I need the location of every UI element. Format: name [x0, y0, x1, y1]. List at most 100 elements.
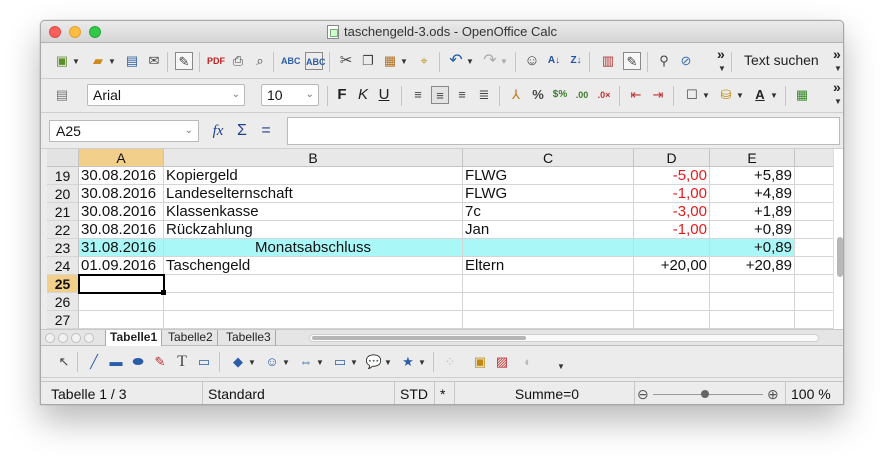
status-page-style[interactable]: Standard	[203, 382, 395, 404]
cell-d19[interactable]: -5,00	[634, 167, 710, 185]
chart-icon[interactable]: ▥	[599, 52, 617, 70]
font-size-combo[interactable]: 10 ⌄	[261, 84, 319, 106]
sheet-tab-tabelle1[interactable]: Tabelle1	[105, 330, 163, 346]
chevron-down-icon[interactable]: ▼	[384, 358, 392, 367]
cell-d24[interactable]: +20,00	[634, 257, 710, 275]
cell-e23[interactable]: +0,89	[710, 239, 795, 257]
zoom-slider-knob[interactable]	[701, 390, 709, 398]
find-replace-icon[interactable]: ⚲	[655, 52, 673, 70]
chevron-down-icon[interactable]: ▼	[316, 358, 324, 367]
cell-extra[interactable]	[795, 203, 833, 221]
next-sheet-nav-icon[interactable]	[71, 333, 81, 343]
last-sheet-nav-icon[interactable]	[84, 333, 94, 343]
cell-e22[interactable]: +0,89	[710, 221, 795, 239]
chevron-down-icon[interactable]: ▼	[702, 91, 710, 100]
cell-a19[interactable]: 30.08.2016	[79, 167, 164, 185]
clone-formatting-icon[interactable]: ⌖	[415, 52, 433, 70]
cell-extra[interactable]	[795, 221, 833, 239]
spreadsheet-grid[interactable]: A B C D E 19 30.08.2016 Kopiergeld FLWG -5,00 +5,8…	[47, 149, 833, 329]
cell-c19[interactable]: FLWG	[463, 167, 634, 185]
cell-b21[interactable]: Klassenkasse	[164, 203, 463, 221]
cell-a27[interactable]	[79, 311, 164, 329]
formula-input[interactable]	[287, 117, 840, 145]
cell-e21[interactable]: +1,89	[710, 203, 795, 221]
row-header[interactable]: 25	[47, 275, 79, 293]
chevron-down-icon[interactable]: ▼	[770, 91, 778, 100]
spellcheck-icon[interactable]: ABC	[281, 52, 301, 70]
chevron-down-icon[interactable]: ▼	[350, 358, 358, 367]
toolbar-overflow-icon[interactable]: »	[717, 46, 725, 62]
merge-cells-icon[interactable]: ⅄	[507, 86, 525, 104]
styles-icon[interactable]: ▤	[53, 86, 71, 104]
cell-d22[interactable]: -1,00	[634, 221, 710, 239]
row-header[interactable]: 26	[47, 293, 79, 311]
cell-c23[interactable]	[463, 239, 634, 257]
cell-b24[interactable]: Taschengeld	[164, 257, 463, 275]
select-pointer-icon[interactable]: ↖	[55, 353, 73, 371]
underline-button[interactable]: U	[375, 86, 393, 104]
cell-extra[interactable]	[795, 293, 833, 311]
row-header[interactable]: 21	[47, 203, 79, 221]
open-folder-icon[interactable]: ▰	[89, 52, 107, 70]
fontwork-icon[interactable]: ▣	[471, 353, 489, 371]
cell-d23[interactable]	[634, 239, 710, 257]
status-mode[interactable]: STD	[395, 382, 435, 404]
cell-c20[interactable]: FLWG	[463, 185, 634, 203]
basic-shapes-icon[interactable]: ◆	[229, 353, 247, 371]
chevron-down-icon[interactable]: ▼	[718, 64, 726, 73]
cell-a22[interactable]: 30.08.2016	[79, 221, 164, 239]
cut-icon[interactable]: ✂	[337, 52, 355, 70]
status-sum[interactable]: Summe=0	[455, 382, 635, 404]
zoom-window-button[interactable]	[89, 26, 101, 38]
cell-b22[interactable]: Rückzahlung	[164, 221, 463, 239]
remove-decimal-icon[interactable]: .0×	[595, 86, 613, 104]
zoom-out-icon[interactable]: ⊖	[637, 382, 649, 404]
hyperlink-icon[interactable]: ☺	[523, 52, 541, 70]
row-header[interactable]: 22	[47, 221, 79, 239]
chevron-down-icon[interactable]: ▼	[500, 57, 508, 66]
column-header-d[interactable]: D	[634, 149, 710, 167]
chevron-down-icon[interactable]: ▼	[72, 57, 80, 66]
print-icon[interactable]: ⎙	[229, 52, 247, 70]
column-header-e[interactable]: E	[710, 149, 795, 167]
chevron-down-icon[interactable]: ⌄	[306, 85, 314, 105]
cell-e25[interactable]	[710, 275, 795, 293]
status-zoom[interactable]: 100 %	[785, 382, 843, 404]
chevron-down-icon[interactable]: ⌄	[232, 85, 240, 105]
navigator-icon[interactable]: ⊘	[677, 52, 695, 70]
horizontal-scroll-thumb[interactable]	[312, 336, 526, 340]
cell-e27[interactable]	[710, 311, 795, 329]
borders-icon[interactable]: ☐	[683, 86, 701, 104]
prev-sheet-nav-icon[interactable]	[58, 333, 68, 343]
cell-a26[interactable]	[79, 293, 164, 311]
save-icon[interactable]: ▤	[123, 52, 141, 70]
formula-icon[interactable]: =	[257, 122, 275, 140]
export-pdf-icon[interactable]: PDF	[207, 52, 225, 70]
cell-d20[interactable]: -1,00	[634, 185, 710, 203]
cell-a21[interactable]: 30.08.2016	[79, 203, 164, 221]
decrease-indent-icon[interactable]: ⇤	[627, 86, 645, 104]
vertical-scrollbar[interactable]	[833, 149, 843, 329]
callouts-icon[interactable]: 💬	[365, 353, 383, 371]
zoom-in-icon[interactable]: ⊕	[767, 382, 779, 404]
cell-a20[interactable]: 30.08.2016	[79, 185, 164, 203]
mail-icon[interactable]: ✉	[145, 52, 163, 70]
close-window-button[interactable]	[49, 26, 61, 38]
auto-spellcheck-icon[interactable]: ABC	[305, 52, 326, 70]
cell-c22[interactable]: Jan	[463, 221, 634, 239]
cell-d25[interactable]	[634, 275, 710, 293]
undo-icon[interactable]: ↶	[447, 52, 465, 70]
paste-icon[interactable]: ▦	[381, 52, 399, 70]
copy-icon[interactable]: ❐	[359, 52, 377, 70]
text-tool-icon[interactable]: T	[173, 353, 191, 371]
row-header[interactable]: 20	[47, 185, 79, 203]
cell-b26[interactable]	[164, 293, 463, 311]
format-overflow-icon[interactable]: »	[833, 79, 841, 95]
cell-b27[interactable]	[164, 311, 463, 329]
sheet-tab-tabelle3[interactable]: Tabelle3	[222, 330, 276, 346]
cell-e26[interactable]	[710, 293, 795, 311]
from-file-icon[interactable]: ▨	[493, 353, 511, 371]
symbol-shapes-icon[interactable]: ☺	[263, 353, 281, 371]
minimize-window-button[interactable]	[69, 26, 81, 38]
redo-icon[interactable]: ↷	[481, 52, 499, 70]
